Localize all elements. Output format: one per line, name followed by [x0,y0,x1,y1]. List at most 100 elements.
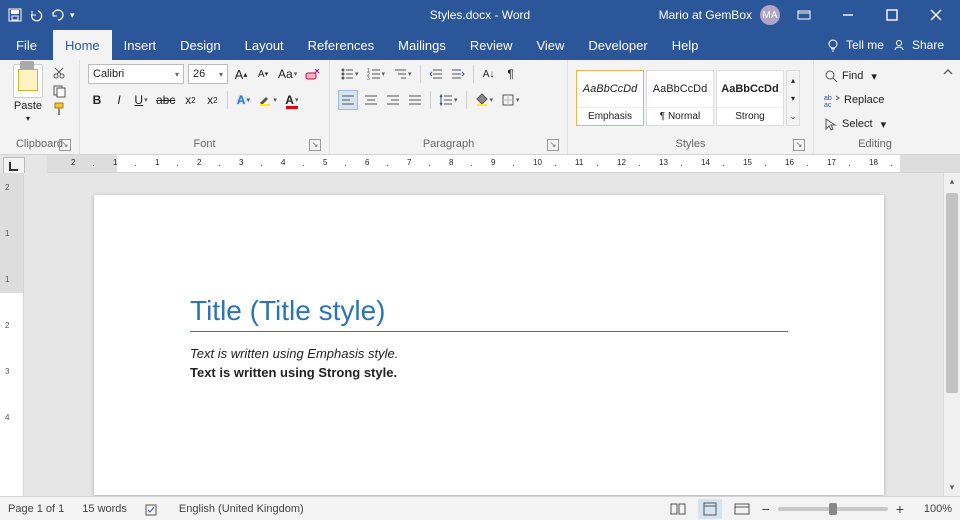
increase-indent-icon[interactable] [449,64,467,84]
font-dialog-launcher[interactable]: ↘ [309,139,321,151]
style-emphasis[interactable]: AaBbCcDd Emphasis [576,70,644,126]
maximize-button[interactable] [872,0,912,30]
document-line-emphasis[interactable]: Text is written using Emphasis style. [190,346,788,361]
style-preview: AaBbCcDd [577,71,643,107]
align-left-icon[interactable] [338,90,358,110]
shading-icon[interactable]: ▾ [473,90,496,110]
decrease-indent-icon[interactable] [427,64,445,84]
tab-insert[interactable]: Insert [112,30,169,60]
user-name[interactable]: Mario at GemBox [659,8,752,22]
minimize-button[interactable] [828,0,868,30]
bold-button[interactable]: B [88,90,106,110]
ruler-horizontal[interactable]: 2·1·1·2·3·4·5·6·7·8·9·10·11·12·13·14·15·… [47,155,960,173]
tell-me-search[interactable]: Tell me [826,38,884,52]
select-icon [824,117,838,131]
web-layout-icon[interactable] [730,499,754,519]
style-normal[interactable]: AaBbCcDd ¶ Normal [646,70,714,126]
underline-button[interactable]: U▾ [132,90,150,110]
scroll-up-icon[interactable]: ▴ [787,71,799,89]
page[interactable]: Title (Title style) Text is written usin… [94,195,884,495]
chevron-down-icon: ▾ [219,70,223,79]
tab-review[interactable]: Review [458,30,525,60]
tab-references[interactable]: References [296,30,386,60]
scroll-down-icon[interactable]: ▾ [944,479,960,496]
separator [227,91,228,109]
cut-icon[interactable] [52,66,66,80]
zoom-out-icon[interactable]: − [762,501,770,517]
tab-view[interactable]: View [524,30,576,60]
line-spacing-icon[interactable]: ▾ [437,90,460,110]
zoom-in-icon[interactable]: + [896,501,904,517]
proofing-icon[interactable] [145,502,161,516]
clipboard-dialog-launcher[interactable]: ↘ [59,139,71,151]
font-color-icon[interactable]: A▾ [283,90,301,110]
text-effects-icon[interactable]: A▾ [234,90,252,110]
numbering-icon[interactable]: 123▾ [365,64,388,84]
zoom-thumb[interactable] [829,503,837,515]
align-right-icon[interactable] [384,90,402,110]
find-button[interactable]: Find▾ [822,66,888,86]
tab-mailings[interactable]: Mailings [386,30,458,60]
font-name-combo[interactable]: Calibri▾ [88,64,184,84]
tab-help[interactable]: Help [660,30,711,60]
zoom-level[interactable]: 100% [912,503,952,515]
print-layout-icon[interactable] [698,499,722,519]
format-painter-icon[interactable] [52,102,66,116]
collapse-ribbon-icon[interactable] [936,60,960,154]
vertical-scrollbar[interactable]: ▴ ▾ [943,173,960,496]
status-word-count[interactable]: 15 words [82,503,127,515]
change-case-icon[interactable]: Aa▾ [276,64,299,84]
increase-font-icon[interactable]: A▴ [232,64,250,84]
document-line-strong[interactable]: Text is written using Strong style. [190,365,788,380]
expand-gallery-icon[interactable]: ⌄ [787,107,799,125]
ruler-vertical[interactable]: 211234 [0,173,24,496]
status-language[interactable]: English (United Kingdom) [179,503,304,515]
tab-design[interactable]: Design [168,30,232,60]
scroll-down-icon[interactable]: ▾ [787,89,799,107]
bullets-icon[interactable]: ▾ [338,64,361,84]
status-page[interactable]: Page 1 of 1 [8,503,64,515]
show-marks-icon[interactable]: ¶ [502,64,520,84]
styles-gallery-scroll[interactable]: ▴ ▾ ⌄ [786,70,800,126]
separator [430,91,431,109]
chevron-down-icon: ▾ [871,70,877,83]
paste-icon [13,64,43,98]
paragraph-dialog-launcher[interactable]: ↘ [547,139,559,151]
scroll-up-icon[interactable]: ▴ [944,173,960,190]
highlight-icon[interactable]: ▾ [256,90,279,110]
sort-icon[interactable]: A↓ [480,64,498,84]
zoom-slider[interactable] [778,507,888,511]
read-mode-icon[interactable] [666,499,690,519]
document-title[interactable]: Title (Title style) [190,295,788,332]
borders-icon[interactable]: ▾ [499,90,522,110]
font-size-combo[interactable]: 26▾ [188,64,228,84]
style-strong[interactable]: AaBbCcDd Strong [716,70,784,126]
multilevel-list-icon[interactable]: ▾ [391,64,414,84]
user-avatar[interactable]: MA [760,5,780,25]
strikethrough-button[interactable]: abc [154,90,177,110]
tab-file[interactable]: File [0,30,53,60]
replace-button[interactable]: abacReplace [822,90,888,110]
superscript-button[interactable]: x2 [203,90,221,110]
group-clipboard: Paste ▾ Clipboard↘ [0,60,80,154]
share-button[interactable]: Share [892,38,944,52]
styles-dialog-launcher[interactable]: ↘ [793,139,805,151]
paste-button[interactable]: Paste ▾ [8,64,48,123]
tab-developer[interactable]: Developer [576,30,659,60]
svg-text:ab: ab [824,95,832,102]
justify-icon[interactable] [406,90,424,110]
ribbon-options-icon[interactable] [784,0,824,30]
select-button[interactable]: Select▾ [822,114,888,134]
clear-formatting-icon[interactable] [303,64,323,84]
copy-icon[interactable] [52,84,66,98]
lightbulb-icon [826,38,840,52]
scrollbar-thumb[interactable] [946,193,958,393]
subscript-button[interactable]: x2 [181,90,199,110]
tab-home[interactable]: Home [53,30,112,60]
close-button[interactable] [916,0,956,30]
tab-layout[interactable]: Layout [233,30,296,60]
align-center-icon[interactable] [362,90,380,110]
decrease-font-icon[interactable]: A▾ [254,64,272,84]
share-icon [892,38,906,52]
italic-button[interactable]: I [110,90,128,110]
